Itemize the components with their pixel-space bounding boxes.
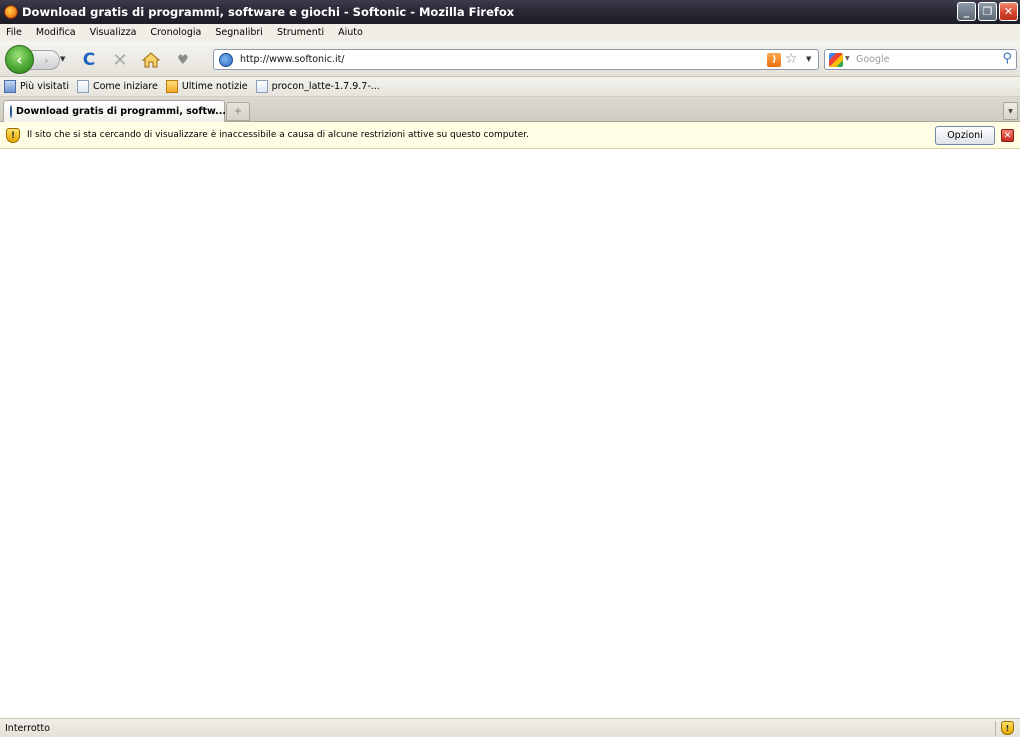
menu-bar: File Modifica Visualizza Cronologia Segn… — [0, 24, 1020, 41]
status-divider — [995, 721, 996, 736]
tab-strip: Download gratis di programmi, softw... +… — [0, 97, 1020, 122]
close-window-button[interactable]: ✕ — [999, 2, 1018, 21]
bookmark-procon-latte[interactable]: procon_latte-1.7.9.7-... — [255, 80, 380, 93]
site-identity-icon[interactable] — [219, 53, 233, 67]
reload-button[interactable]: C — [79, 50, 99, 70]
menu-aiuto[interactable]: Aiuto — [338, 27, 363, 38]
minimize-button[interactable]: _ — [957, 2, 976, 21]
bookmark-ultime-notizie[interactable]: Ultime notizie — [165, 80, 248, 93]
bookmark-label: Come iniziare — [92, 81, 158, 92]
smart-bookmark-icon — [4, 80, 16, 93]
google-engine-icon[interactable] — [829, 53, 843, 67]
addon-icon[interactable]: ♥ — [173, 50, 193, 70]
tab-label: Download gratis di programmi, softw... — [16, 106, 227, 117]
forward-button[interactable]: › — [30, 50, 60, 70]
menu-strumenti[interactable]: Strumenti — [277, 27, 324, 38]
home-button[interactable] — [141, 50, 161, 70]
navigation-toolbar: › ‹ ▼ C ✕ ♥ http://www.softonic.it/ ) ☆ … — [0, 41, 1020, 77]
notification-close-button[interactable]: ✕ — [1001, 129, 1014, 142]
rss-feed-icon[interactable]: ) — [767, 53, 781, 67]
feed-icon — [165, 80, 178, 93]
bookmark-come-iniziare[interactable]: Come iniziare — [76, 80, 158, 93]
bookmark-label: Più visitati — [20, 81, 69, 92]
bookmarks-toolbar: Più visitati Come iniziare Ultime notizi… — [0, 77, 1020, 97]
bookmark-piu-visitati[interactable]: Più visitati — [4, 80, 69, 93]
status-bar: Interrotto ! — [0, 718, 1020, 737]
firefox-logo-icon — [4, 5, 18, 19]
url-text[interactable]: http://www.softonic.it/ — [240, 54, 345, 65]
search-engine-dropdown-icon[interactable]: ▼ — [845, 55, 850, 62]
shield-warning-icon: ! — [6, 128, 20, 143]
window-controls: _ ❐ ✕ — [957, 2, 1018, 21]
menu-visualizza[interactable]: Visualizza — [90, 27, 137, 38]
url-bar[interactable]: http://www.softonic.it/ ) ☆ ▼ — [213, 49, 819, 70]
search-magnifier-icon[interactable]: ⚲ — [1002, 51, 1012, 66]
status-shield-icon[interactable]: ! — [1001, 721, 1014, 735]
tab-softonic[interactable]: Download gratis di programmi, softw... — [3, 100, 227, 122]
search-bar[interactable]: ▼ Google ⚲ — [824, 49, 1017, 70]
bookmark-star-icon[interactable]: ☆ — [785, 51, 798, 67]
bookmark-label: procon_latte-1.7.9.7-... — [271, 81, 380, 92]
new-tab-button[interactable]: + — [226, 102, 250, 121]
options-button[interactable]: Opzioni — [935, 126, 995, 145]
notification-message: Il sito che si sta cercando di visualizz… — [27, 130, 529, 140]
title-bar: Download gratis di programmi, software e… — [0, 0, 1020, 24]
site-favicon-icon — [10, 105, 12, 118]
window-title: Download gratis di programmi, software e… — [22, 5, 515, 19]
menu-file[interactable]: File — [6, 27, 22, 38]
bookmark-label: Ultime notizie — [181, 81, 248, 92]
status-text: Interrotto — [5, 723, 50, 734]
home-icon — [142, 52, 160, 68]
page-content — [0, 150, 1020, 718]
search-input[interactable]: Google — [856, 54, 890, 65]
stop-button[interactable]: ✕ — [110, 50, 130, 71]
back-button[interactable]: ‹ — [5, 45, 34, 74]
menu-segnalibri[interactable]: Segnalibri — [215, 27, 263, 38]
menu-modifica[interactable]: Modifica — [36, 27, 76, 38]
notification-bar: ! Il sito che si sta cercando di visuali… — [0, 122, 1020, 149]
restore-button[interactable]: ❐ — [978, 2, 997, 21]
history-dropdown-icon[interactable]: ▼ — [60, 55, 65, 63]
page-icon — [255, 80, 268, 93]
page-icon — [76, 80, 89, 93]
url-dropdown-icon[interactable]: ▼ — [806, 55, 811, 63]
tab-list-button[interactable]: ▼ — [1003, 102, 1018, 120]
menu-cronologia[interactable]: Cronologia — [150, 27, 201, 38]
